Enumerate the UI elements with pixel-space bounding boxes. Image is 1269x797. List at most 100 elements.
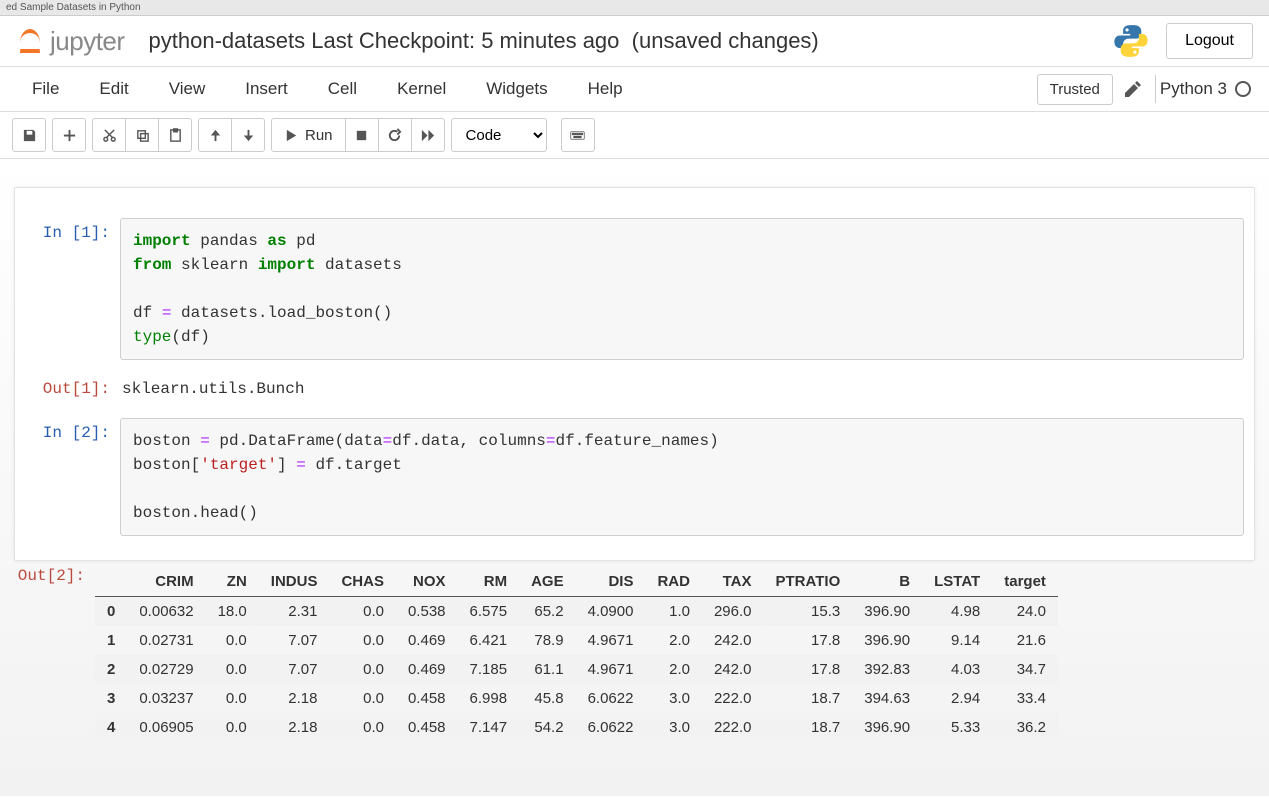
code-input[interactable]: import pandas as pd from sklearn import …: [120, 218, 1244, 360]
cell: 0.458: [396, 684, 458, 713]
notebook-name[interactable]: python-datasets: [149, 28, 306, 53]
column-header: RM: [458, 567, 520, 597]
copy-button[interactable]: [125, 118, 159, 152]
save-button[interactable]: [12, 118, 46, 152]
jupyter-logo-icon: [16, 27, 44, 55]
move-up-button[interactable]: [198, 118, 232, 152]
code-cell[interactable]: In [1]: import pandas as pd from sklearn…: [25, 218, 1244, 360]
code-input[interactable]: boston = pd.DataFrame(data=df.data, colu…: [120, 418, 1244, 536]
restart-run-all-button[interactable]: [411, 118, 445, 152]
command-palette-button[interactable]: [561, 118, 595, 152]
cell: 33.4: [992, 684, 1058, 713]
cell-type-select[interactable]: Code: [451, 118, 547, 152]
cell: 396.90: [852, 597, 922, 627]
cell: 4.98: [922, 597, 992, 627]
cell: 2.31: [259, 597, 330, 627]
column-header: CHAS: [329, 567, 396, 597]
cell: 4.0900: [576, 597, 646, 627]
column-header: PTRATIO: [764, 567, 853, 597]
cell: 2.18: [259, 684, 330, 713]
output-text: sklearn.utils.Bunch: [120, 374, 1244, 398]
column-header: B: [852, 567, 922, 597]
run-button[interactable]: Run: [271, 118, 346, 152]
cell: 6.0622: [576, 713, 646, 742]
menu-widgets[interactable]: Widgets: [466, 71, 567, 107]
interrupt-button[interactable]: [345, 118, 379, 152]
dataframe-table: CRIMZNINDUSCHASNOXRMAGEDISRADTAXPTRATIOB…: [95, 567, 1058, 742]
cut-button[interactable]: [92, 118, 126, 152]
pencil-icon[interactable]: [1125, 81, 1141, 97]
menu-edit[interactable]: Edit: [79, 71, 148, 107]
cell: 0.02731: [127, 626, 205, 655]
cell: 0.469: [396, 626, 458, 655]
cell: 0.02729: [127, 655, 205, 684]
row-index: 3: [95, 684, 127, 713]
cell: 7.185: [458, 655, 520, 684]
cell: 0.06905: [127, 713, 205, 742]
cell: 3.0: [645, 684, 702, 713]
cell: 296.0: [702, 597, 764, 627]
table-row: 40.069050.02.180.00.4587.14754.26.06223.…: [95, 713, 1058, 742]
title-area: python-datasets Last Checkpoint: 5 minut…: [149, 28, 1113, 54]
column-header: CRIM: [127, 567, 205, 597]
cell: 2.94: [922, 684, 992, 713]
column-header: TAX: [702, 567, 764, 597]
cell: 17.8: [764, 626, 853, 655]
row-index: 1: [95, 626, 127, 655]
cell: 2.0: [645, 626, 702, 655]
cell: 396.90: [852, 713, 922, 742]
cell: 6.998: [458, 684, 520, 713]
cell: 78.9: [519, 626, 576, 655]
menu-help[interactable]: Help: [568, 71, 643, 107]
kernel-indicator[interactable]: Python 3: [1160, 79, 1251, 99]
menu-cell[interactable]: Cell: [308, 71, 377, 107]
cell: 0.03237: [127, 684, 205, 713]
output-prompt: Out[2]:: [0, 561, 95, 742]
paste-button[interactable]: [158, 118, 192, 152]
column-header: INDUS: [259, 567, 330, 597]
cell: 0.0: [206, 713, 259, 742]
cell: 0.00632: [127, 597, 205, 627]
menu-kernel[interactable]: Kernel: [377, 71, 466, 107]
menu-insert[interactable]: Insert: [225, 71, 308, 107]
move-down-button[interactable]: [231, 118, 265, 152]
restart-button[interactable]: [378, 118, 412, 152]
cell: 34.7: [992, 655, 1058, 684]
cell: 394.63: [852, 684, 922, 713]
output-cell: Out[2]: CRIMZNINDUSCHASNOXRMAGEDISRADTAX…: [0, 561, 1269, 742]
table-row: 10.027310.07.070.00.4696.42178.94.96712.…: [95, 626, 1058, 655]
input-prompt: In [1]:: [25, 218, 120, 360]
cell: 9.14: [922, 626, 992, 655]
cell: 242.0: [702, 626, 764, 655]
cell: 36.2: [992, 713, 1058, 742]
column-header: AGE: [519, 567, 576, 597]
cell: 3.0: [645, 713, 702, 742]
cell: 21.6: [992, 626, 1058, 655]
menu-view[interactable]: View: [149, 71, 226, 107]
cell: 6.421: [458, 626, 520, 655]
cell: 0.0: [329, 626, 396, 655]
menu-file[interactable]: File: [12, 71, 79, 107]
cell: 392.83: [852, 655, 922, 684]
trusted-badge[interactable]: Trusted: [1037, 74, 1113, 105]
separator: [1155, 75, 1156, 103]
kernel-name: Python 3: [1160, 79, 1227, 99]
cell: 24.0: [992, 597, 1058, 627]
column-header: target: [992, 567, 1058, 597]
notebook-container: In [1]: import pandas as pd from sklearn…: [14, 187, 1255, 561]
insert-cell-button[interactable]: [52, 118, 86, 152]
cell: 45.8: [519, 684, 576, 713]
cell: 396.90: [852, 626, 922, 655]
cell: 0.538: [396, 597, 458, 627]
checkpoint-text: Last Checkpoint: 5 minutes ago: [311, 28, 619, 53]
cell: 18.7: [764, 684, 853, 713]
cell: 0.0: [329, 713, 396, 742]
cell: 0.458: [396, 713, 458, 742]
jupyter-logo[interactable]: jupyter: [16, 26, 125, 57]
cell: 15.3: [764, 597, 853, 627]
cell: 5.33: [922, 713, 992, 742]
code-cell[interactable]: In [2]: boston = pd.DataFrame(data=df.da…: [25, 418, 1244, 536]
logout-button[interactable]: Logout: [1166, 23, 1253, 59]
run-label: Run: [305, 127, 333, 144]
cell: 0.0: [206, 684, 259, 713]
